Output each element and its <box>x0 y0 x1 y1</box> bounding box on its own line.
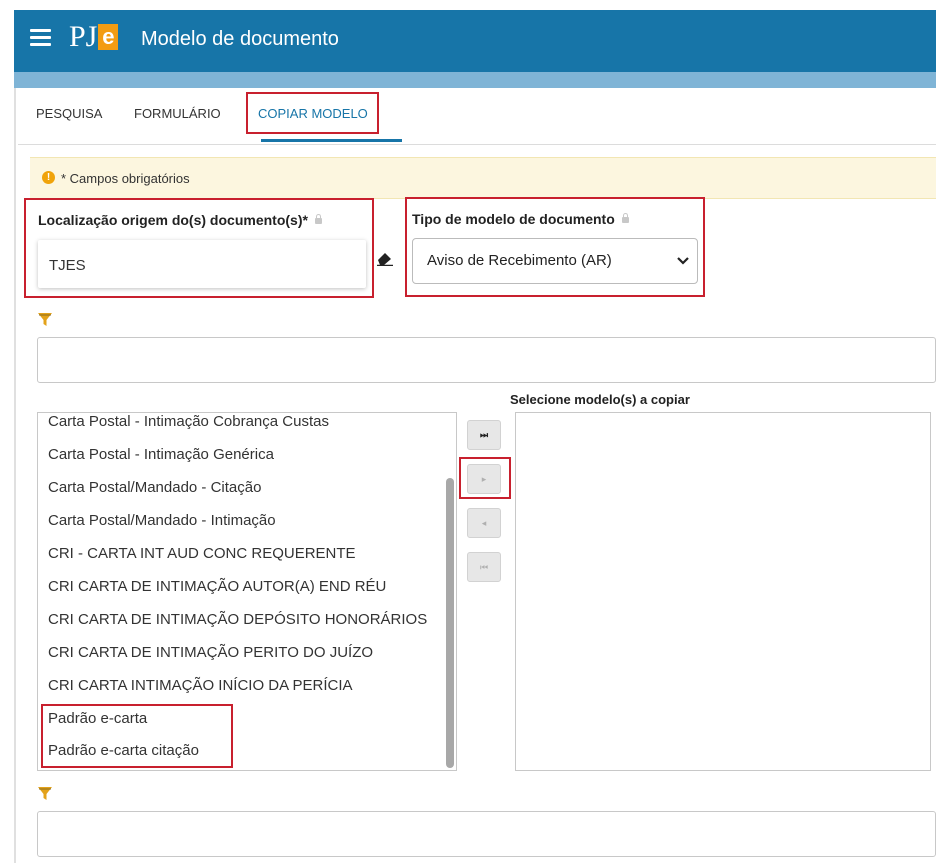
tipo-modelo-selected: Aviso de Recebimento (AR) <box>427 252 612 269</box>
target-filter-input[interactable] <box>37 811 936 857</box>
localizacao-label: Localização origem do(s) documento(s)* <box>38 212 322 228</box>
move-all-left-button[interactable]: ⏮ <box>467 552 501 582</box>
funnel-icon <box>38 787 52 806</box>
localizacao-label-text: Localização origem do(s) documento(s)* <box>38 212 308 228</box>
logo-text: PJ <box>69 20 98 53</box>
tab-pesquisa[interactable]: PESQUISA <box>36 106 102 121</box>
list-item[interactable]: CRI CARTA INTIMAÇÃO INÍCIO DA PERÍCIA <box>48 677 353 694</box>
tipo-modelo-label-text: Tipo de modelo de documento <box>412 211 615 227</box>
alert-text: * Campos obrigatórios <box>61 171 190 186</box>
active-tab-indicator <box>261 139 402 142</box>
list-item[interactable]: CRI CARTA DE INTIMAÇÃO PERITO DO JUÍZO <box>48 644 373 661</box>
list-item[interactable]: Carta Postal - Intimação Cobrança Custas <box>48 413 329 430</box>
top-bar-stripe <box>14 72 936 88</box>
tab-formulario[interactable]: FORMULÁRIO <box>134 106 221 121</box>
source-filter-input[interactable] <box>37 337 936 383</box>
tipo-modelo-label: Tipo de modelo de documento <box>412 211 629 227</box>
chevron-down-icon <box>677 257 689 265</box>
warning-icon: ! <box>42 171 55 184</box>
lock-icon <box>314 214 322 225</box>
funnel-icon <box>38 313 52 332</box>
localizacao-value: TJES <box>49 257 86 274</box>
logo-badge: e <box>98 24 119 50</box>
list-item[interactable]: Padrão e-carta <box>48 710 147 727</box>
list-item[interactable]: Padrão e-carta citação <box>48 742 199 759</box>
menu-icon[interactable] <box>30 29 51 46</box>
list-item[interactable]: CRI CARTA DE INTIMAÇÃO DEPÓSITO HONORÁRI… <box>48 611 427 628</box>
tipo-modelo-select[interactable]: Aviso de Recebimento (AR) <box>412 238 698 284</box>
target-list-label: Selecione modelo(s) a copiar <box>510 392 690 407</box>
move-all-right-button[interactable]: ⏭ <box>467 420 501 450</box>
list-item[interactable]: Carta Postal/Mandado - Citação <box>48 479 261 496</box>
source-list-scrollbar[interactable] <box>446 478 454 768</box>
pje-logo[interactable]: PJ e <box>69 20 119 53</box>
target-list[interactable] <box>515 412 931 771</box>
list-item[interactable]: CRI - CARTA INT AUD CONC REQUERENTE <box>48 545 356 562</box>
eraser-icon[interactable] <box>376 250 394 271</box>
move-right-button[interactable]: ▸ <box>467 464 501 494</box>
tab-bar: PESQUISA FORMULÁRIO COPIAR MODELO <box>18 88 936 145</box>
lock-icon <box>621 213 629 224</box>
list-item[interactable]: Carta Postal/Mandado - Intimação <box>48 512 276 529</box>
list-item[interactable]: CRI CARTA DE INTIMAÇÃO AUTOR(A) END RÉU <box>48 578 386 595</box>
tab-copiar-modelo[interactable]: COPIAR MODELO <box>258 106 368 121</box>
required-fields-alert: ! * Campos obrigatórios <box>30 157 936 199</box>
page-title: Modelo de documento <box>141 28 339 50</box>
move-left-button[interactable]: ◂ <box>467 508 501 538</box>
left-rail <box>14 88 16 863</box>
list-item[interactable]: Carta Postal - Intimação Genérica <box>48 446 274 463</box>
source-list[interactable]: Carta Postal - Intimação Cobrança Custas… <box>37 412 457 771</box>
localizacao-input[interactable]: TJES <box>38 240 366 288</box>
